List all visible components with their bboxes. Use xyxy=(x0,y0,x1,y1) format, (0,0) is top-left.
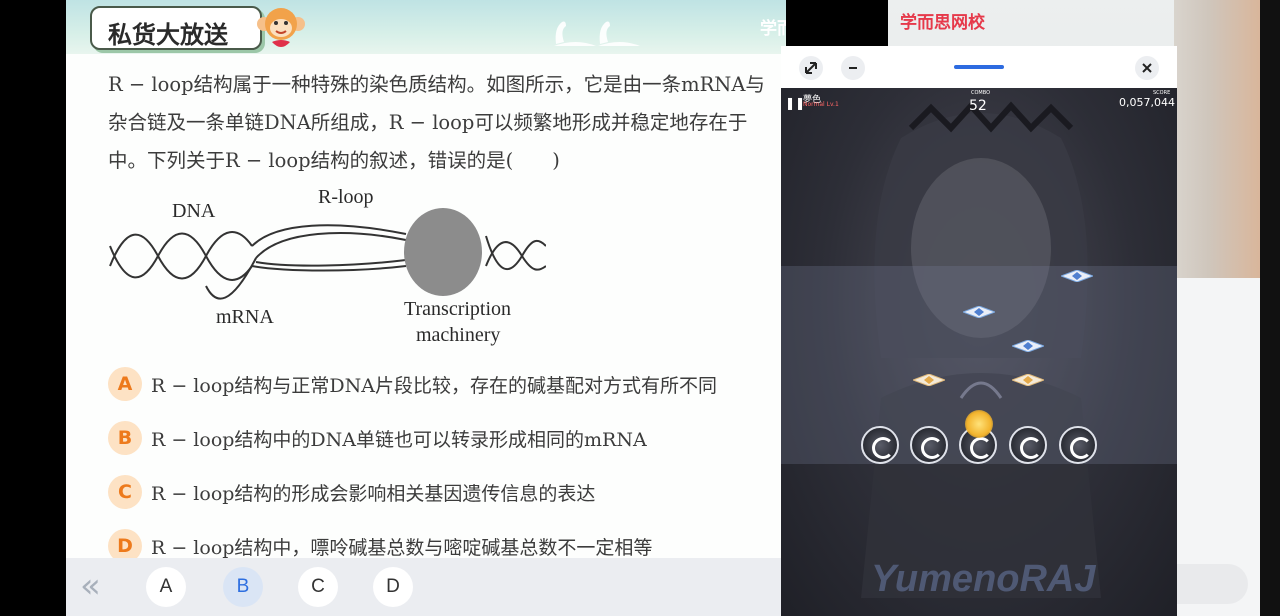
section-banner: 私货大放送 xyxy=(90,6,262,50)
screen-edge xyxy=(1260,0,1280,616)
option-text: R − loop结构的形成会影响相关基因遗传信息的表达 xyxy=(151,482,596,505)
transcription-machinery-shape xyxy=(404,208,482,296)
lane-receptor-5[interactable] xyxy=(1059,426,1097,464)
option-a[interactable]: A R − loop结构与正常DNA片段比较，存在的碱基配对方式有所不同 xyxy=(108,366,717,402)
r-loop-diagram: DNA R-loop mRNA Transcription machinery xyxy=(106,186,547,356)
answer-button-d[interactable]: D xyxy=(373,567,413,607)
question-text: R − loop结构属于一种特殊的染色质结构。如图所示，它是由一条mRNA与 杂… xyxy=(108,66,786,180)
close-icon[interactable] xyxy=(1135,56,1159,80)
resize-icon[interactable] xyxy=(799,56,823,80)
option-text: R − loop结构与正常DNA片段比较，存在的碱基配对方式有所不同 xyxy=(151,374,718,397)
combo-count: 52 xyxy=(969,98,987,114)
falling-note-icon xyxy=(1012,374,1044,386)
screen: 私货大放送 学而思网校 R − loop结构属于一种特殊的染色质结构。如图所示，… xyxy=(0,0,1280,616)
lesson-panel: 私货大放送 学而思网校 R − loop结构属于一种特殊的染色质结构。如图所示，… xyxy=(66,0,786,616)
lesson-header: 私货大放送 学而思网校 xyxy=(66,0,786,54)
game-canvas[interactable]: YumenoRAJ ❚❚ 夢色 Normal Lv.1 COMBO 52 SCO… xyxy=(781,88,1177,616)
swans-decoration xyxy=(554,21,640,46)
lane-receptor-2[interactable] xyxy=(910,426,948,464)
question-line: R − loop结构属于一种特殊的染色质结构。如图所示，它是由一条mRNA与 xyxy=(108,73,765,96)
double-chevron-left-icon[interactable]: « xyxy=(80,566,101,606)
combo-label: COMBO xyxy=(971,90,991,96)
lane-receptor-1[interactable] xyxy=(861,426,899,464)
minimize-icon[interactable] xyxy=(841,56,865,80)
answer-bar: « A B C D xyxy=(66,558,786,616)
option-letter: B xyxy=(108,421,142,455)
artwork-watermark: YumenoRAJ xyxy=(871,558,1096,600)
falling-note-icon xyxy=(1012,340,1044,352)
monkey-mascot-icon xyxy=(257,8,305,47)
falling-note-icon xyxy=(963,306,995,318)
floating-game-window: YumenoRAJ ❚❚ 夢色 Normal Lv.1 COMBO 52 SCO… xyxy=(781,46,1177,616)
score-value: 0,057,044 xyxy=(1119,96,1175,109)
lesson-logo-text: 学而思网校 xyxy=(760,19,786,39)
drag-handle[interactable] xyxy=(954,65,1004,69)
teacher-photo xyxy=(1174,0,1260,278)
diagram-label-transcription: Transcription xyxy=(404,298,512,320)
option-letter: A xyxy=(108,367,142,401)
option-c[interactable]: C R − loop结构的形成会影响相关基因遗传信息的表达 xyxy=(108,474,595,510)
diagram-label-mrna: mRNA xyxy=(216,306,274,328)
answer-button-b[interactable]: B xyxy=(223,567,263,607)
banner-title: 私货大放送 xyxy=(108,21,228,49)
diagram-label-machinery: machinery xyxy=(416,324,501,346)
answer-button-c[interactable]: C xyxy=(298,567,338,607)
teacher-logo-text: 学而思网校 xyxy=(900,13,985,33)
option-b[interactable]: B R − loop结构中的DNA单链也可以转录形成相同的mRNA xyxy=(108,420,647,456)
window-titlebar[interactable] xyxy=(781,46,1177,88)
song-difficulty: Normal Lv.1 xyxy=(803,101,839,108)
answer-button-a[interactable]: A xyxy=(146,567,186,607)
falling-note-icon xyxy=(1061,270,1093,282)
diagram-label-dna: DNA xyxy=(172,200,216,222)
option-text: R − loop结构中，嘌呤碱基总数与嘧啶碱基总数不一定相等 xyxy=(151,536,653,559)
option-text: R − loop结构中的DNA单链也可以转录形成相同的mRNA xyxy=(151,428,647,451)
question-line: 中。下列关于R − loop结构的叙述，错误的是( ) xyxy=(108,149,560,172)
diagram-label-rloop: R-loop xyxy=(318,186,374,208)
falling-note-icon xyxy=(913,374,945,386)
option-letter: C xyxy=(108,475,142,509)
lane-receptor-4[interactable] xyxy=(1009,426,1047,464)
hit-effect-icon xyxy=(965,410,993,438)
question-line: 杂合链及一条单链DNA所组成，R − loop可以频繁地形成并稳定地存在于 xyxy=(108,111,748,134)
